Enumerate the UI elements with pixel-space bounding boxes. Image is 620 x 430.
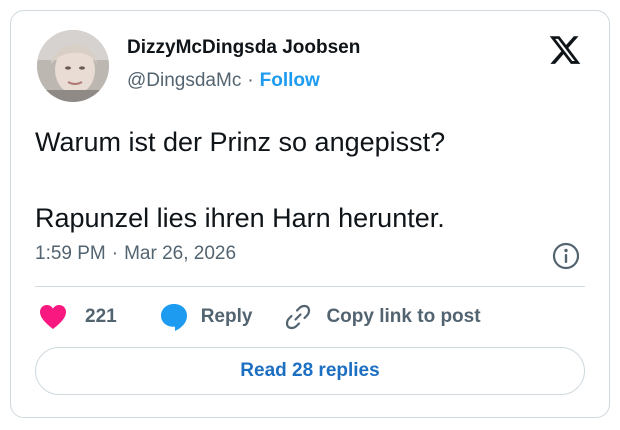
copy-link-label: Copy link to post xyxy=(326,306,481,327)
reply-label: Reply xyxy=(200,306,253,327)
action-bar: 221 Reply Copy link to post xyxy=(39,302,481,332)
tweet-line-2: Rapunzel lies ihren Harn herunter. xyxy=(35,203,445,233)
avatar[interactable] xyxy=(37,30,109,102)
x-logo-icon[interactable] xyxy=(548,33,582,67)
timestamp-separator: · xyxy=(111,243,119,264)
link-icon xyxy=(286,304,311,330)
follow-button[interactable]: Follow xyxy=(260,70,320,91)
tweet-time: 1:59 PM xyxy=(35,243,106,264)
tweet-timestamp[interactable]: 1:59 PM · Mar 26, 2026 xyxy=(35,243,236,265)
reply-button[interactable]: Reply xyxy=(159,302,253,332)
info-icon[interactable] xyxy=(551,241,581,271)
avatar-image xyxy=(37,30,109,102)
divider xyxy=(35,286,585,287)
like-count: 221 xyxy=(85,306,117,327)
author-display-name[interactable]: DizzyMcDingsda Joobsen xyxy=(127,37,360,59)
copy-link-button[interactable]: Copy link to post xyxy=(284,303,481,331)
author-subline: @DingsdaMc · Follow xyxy=(127,70,320,92)
handle-separator: · xyxy=(247,70,254,91)
tweet-date: Mar 26, 2026 xyxy=(124,243,237,264)
tweet-card: DizzyMcDingsda Joobsen @DingsdaMc · Follow… xyxy=(10,10,610,418)
like-button[interactable]: 221 xyxy=(39,304,117,330)
tweet-line-1: Warum ist der Prinz so angepisst? xyxy=(35,127,446,157)
speech-bubble-icon xyxy=(160,304,187,331)
author-handle[interactable]: @DingsdaMc xyxy=(127,70,241,91)
read-replies-button[interactable]: Read 28 replies xyxy=(35,347,585,395)
heart-icon xyxy=(40,305,66,329)
tweet-text: Warum ist der Prinz so angepisst? Rapunz… xyxy=(35,123,595,237)
